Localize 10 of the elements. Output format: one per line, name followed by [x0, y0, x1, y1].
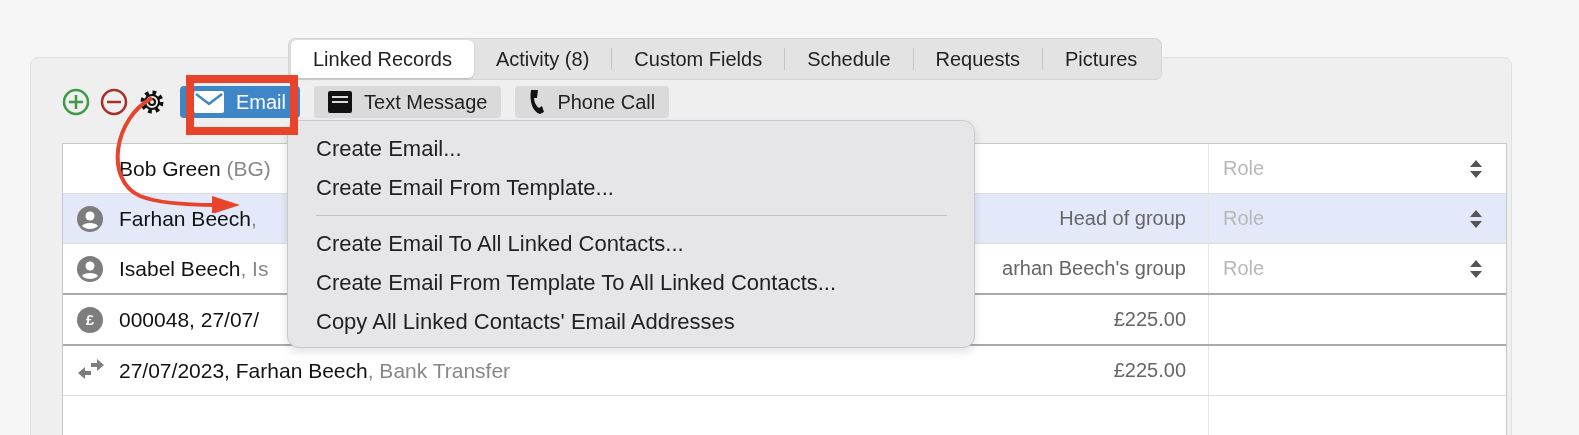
record-note: arhan Beech's group [1002, 257, 1186, 280]
record-note: Head of group [1059, 207, 1186, 230]
record-name: Isabel Beech, Is [119, 256, 269, 281]
record-name: 000048, 27/07/ [119, 307, 260, 332]
record-name: Bob Green (BG) [119, 156, 271, 181]
record-note: £225.00 [1113, 308, 1186, 331]
pound-icon: £ [77, 306, 103, 333]
record-note: £225.00 [1113, 359, 1186, 382]
record-name: 27/07/2023, Farhan Beech, Bank Transfer [119, 358, 511, 383]
record-name: Farhan Beech, [119, 206, 257, 231]
